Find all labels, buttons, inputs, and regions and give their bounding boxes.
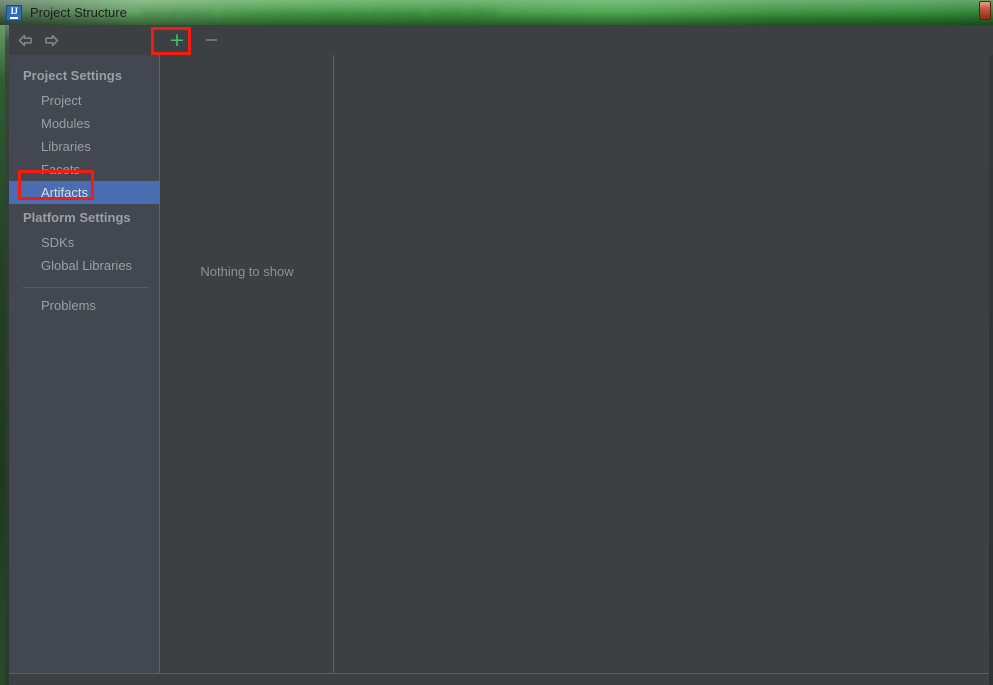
sidebar-item-libraries[interactable]: Libraries: [9, 135, 159, 158]
settings-sidebar: Project Settings Project Modules Librari…: [9, 30, 160, 673]
plus-icon: +: [169, 28, 185, 51]
window-subtitle-blurred: SpringProject - [C:\Users\Administrator\…: [140, 5, 497, 20]
remove-button: [194, 27, 228, 53]
sidebar-item-artifacts[interactable]: Artifacts: [9, 181, 160, 204]
project-structure-window: IJ Project Structure SpringProject - [C:…: [0, 0, 993, 685]
sidebar-item-modules[interactable]: Modules: [9, 112, 159, 135]
sidebar-item-global-libraries[interactable]: Global Libraries: [9, 254, 159, 277]
sidebar-group-project-settings: Project Settings Project Modules Librari…: [9, 62, 160, 204]
window-title: Project Structure: [30, 5, 127, 20]
close-icon[interactable]: [979, 1, 991, 20]
navigation-arrows: [17, 32, 59, 48]
sidebar-group-platform-settings: Platform Settings SDKs Global Libraries: [9, 204, 159, 277]
app-icon-label: IJ: [10, 6, 18, 19]
window-border-bottom: [0, 673, 993, 685]
sidebar-item-sdks[interactable]: SDKs: [9, 231, 159, 254]
toolbar-actions: +: [160, 25, 228, 55]
add-button[interactable]: +: [160, 27, 194, 53]
artifact-details-pane: [335, 30, 989, 673]
sidebar-item-facets[interactable]: Facets: [9, 158, 159, 181]
window-border-right: [989, 0, 993, 685]
app-icon: IJ: [6, 4, 22, 21]
artifacts-list-pane[interactable]: Nothing to show: [161, 30, 334, 673]
empty-state-message: Nothing to show: [200, 264, 294, 279]
sidebar-item-problems[interactable]: Problems: [9, 294, 159, 317]
minus-icon: [205, 39, 217, 41]
arrow-right-icon[interactable]: [43, 32, 59, 48]
toolbar: +: [9, 25, 993, 55]
sidebar-item-project[interactable]: Project: [9, 89, 159, 112]
sidebar-heading-platform-settings: Platform Settings: [23, 210, 131, 225]
arrow-left-icon[interactable]: [17, 32, 33, 48]
sidebar-heading-project-settings: Project Settings: [23, 68, 122, 83]
sidebar-divider: [23, 287, 149, 288]
title-bar[interactable]: IJ Project Structure SpringProject - [C:…: [0, 0, 993, 25]
